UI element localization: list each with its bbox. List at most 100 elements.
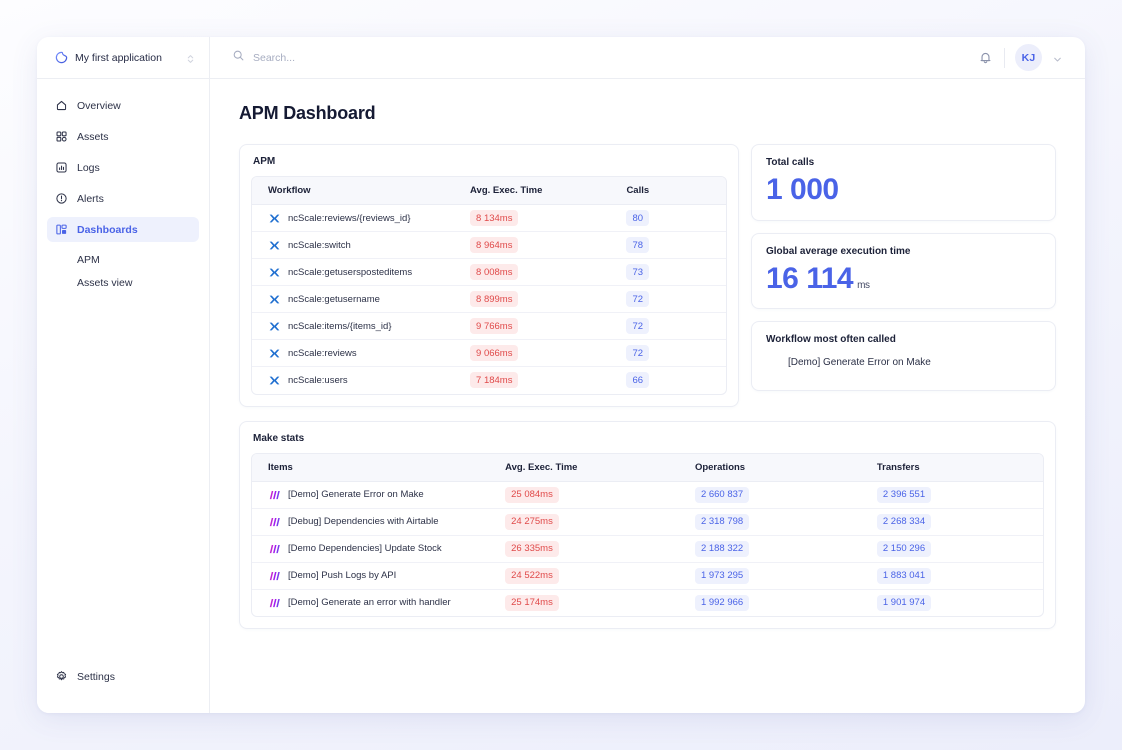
exec-time-badge: 9 766ms [470,318,519,334]
cell-avg-exec-time: 24 522ms [505,562,695,590]
table-row[interactable]: ncScale:users 7 184ms 66 [252,367,726,394]
ncscale-x-icon [268,239,281,252]
column-header-transfers[interactable]: Transfers [876,453,1043,482]
cell-calls: 72 [626,312,726,340]
cell-workflow: ncScale:reviews/{reviews_id} [252,204,471,232]
topbar-actions: KJ [977,44,1063,71]
app-switcher[interactable]: My first application [37,37,209,79]
calls-badge: 72 [626,345,650,361]
table-row[interactable]: ncScale:reviews/{reviews_id} 8 134ms 80 [252,204,726,232]
cell-calls: 80 [626,204,726,232]
item-label: [Demo] Generate an error with handler [288,597,451,609]
cell-operations: 1 992 966 [694,589,877,616]
item-label: [Demo Dependencies] Update Stock [288,543,442,554]
sidebar-item-logs[interactable]: Logs [47,155,199,180]
sidebar-item-label: Alerts [77,192,104,205]
ncscale-x-icon [268,212,281,225]
exec-time-badge: 7 184ms [470,372,519,389]
operations-badge: 2 188 322 [694,540,750,557]
apm-card: APM Workflow Avg. Exec. Time Calls ncSca… [239,144,739,407]
ncscale-x-icon [268,347,281,360]
workflow-label: ncScale:getusersposteditems [288,266,413,278]
cell-item: [Debug] Dependencies with Airtable [252,508,506,536]
make-logo-icon [268,570,281,582]
bell-icon[interactable] [977,49,994,66]
stat-card-most-called-workflow: Workflow most often called [Demo] Genera… [751,321,1056,391]
cell-avg-exec-time: 25 174ms [505,589,695,616]
sidebar-item-assets[interactable]: Assets [47,124,199,149]
sidebar-item-dashboards[interactable]: Dashboards [47,217,199,242]
exec-time-badge: 9 066ms [470,345,519,361]
make-table-body: [Demo] Generate Error on Make 25 084ms 2 6… [252,481,1043,616]
sidebar-subitem-assets-view[interactable]: Assets view [77,271,199,294]
main-area: KJ APM Dashboard APM [210,37,1085,713]
search-container[interactable] [232,49,977,67]
column-header-avg-exec-time[interactable]: Avg. Exec. Time [505,453,695,482]
transfers-badge: 2 268 334 [876,513,932,530]
sidebar-subitem-apm[interactable]: APM [77,248,199,271]
make-table-head: Items Avg. Exec. Time Operations Transfe… [252,453,1043,482]
make-table-wrapper: Items Avg. Exec. Time Operations Transfe… [251,452,1044,617]
stat-number: 16 114 [766,261,854,295]
chevron-down-icon[interactable] [1052,52,1063,63]
home-icon [55,99,68,112]
calls-badge: 72 [626,291,650,307]
cell-workflow: ncScale:reviews [252,339,471,367]
make-logo-icon [268,516,281,528]
operations-badge: 1 992 966 [694,594,750,611]
make-logo-icon [268,543,281,555]
column-header-avg-exec-time[interactable]: Avg. Exec. Time [470,177,627,205]
column-header-calls[interactable]: Calls [626,177,726,205]
stat-card-total-calls: Total calls 1 000 [751,144,1056,221]
make-table: Items Avg. Exec. Time Operations Transfe… [252,453,1043,617]
cell-avg-exec-time: 7 184ms [470,367,626,394]
bar-chart-box-icon [55,161,68,174]
transfers-badge: 1 883 041 [876,567,932,584]
table-row[interactable]: ncScale:reviews 9 066ms 72 [252,339,726,367]
apm-table-head: Workflow Avg. Exec. Time Calls [252,177,726,205]
sidebar-item-overview[interactable]: Overview [47,93,199,118]
cell-workflow: ncScale:switch [252,231,471,259]
ncscale-x-icon [268,374,281,387]
ncscale-swirl-logo-icon [55,51,68,64]
cell-workflow: ncScale:users [252,367,470,394]
sidebar-item-label: Logs [77,161,100,174]
table-row[interactable]: [Demo Dependencies] Update Stock 26 335ms… [252,535,1043,563]
table-row[interactable]: ncScale:switch 8 964ms 78 [252,231,726,259]
gear-icon [55,670,68,683]
dashboard-icon [55,223,68,236]
column-header-operations[interactable]: Operations [694,453,877,482]
top-row: APM Workflow Avg. Exec. Time Calls ncSca… [239,144,1056,407]
table-row[interactable]: [Demo] Generate an error with handler 25 … [252,589,1043,616]
operations-badge: 2 318 798 [694,513,750,530]
table-row[interactable]: [Debug] Dependencies with Airtable 24 275… [252,508,1043,536]
operations-badge: 1 973 295 [694,567,750,584]
search-input[interactable] [253,51,513,64]
table-row[interactable]: [Demo] Generate Error on Make 25 084ms 2 6… [252,481,1043,509]
table-row[interactable]: ncScale:getusername 8 899ms 72 [252,285,726,313]
sidebar-item-settings[interactable]: Settings [47,664,199,689]
table-row[interactable]: [Demo] Push Logs by API 24 522ms 1 973 295… [252,562,1043,590]
cell-avg-exec-time: 26 335ms [505,535,695,563]
column-header-items[interactable]: Items [252,453,506,482]
sidebar-item-alerts[interactable]: Alerts [47,186,199,211]
table-row[interactable]: ncScale:getusersposteditems 8 008ms 73 [252,258,726,286]
stat-label: Global average execution time [766,245,911,257]
avatar[interactable]: KJ [1015,44,1042,71]
cell-workflow: ncScale:getusersposteditems [252,258,471,286]
stat-unit: ms [857,279,870,291]
sidebar-item-label: Overview [77,99,121,112]
item-label: [Demo] Push Logs by API [288,570,397,581]
exec-time-badge: 8 134ms [470,210,519,226]
application-window: My first application Overview Assets Log… [37,37,1085,713]
column-header-workflow[interactable]: Workflow [252,177,471,205]
transfers-badge: 2 150 296 [876,540,932,557]
cell-calls: 72 [626,285,726,313]
stat-value: 16 114 ms [766,261,1041,295]
workflow-label: ncScale:items/{items_id} [288,320,392,332]
topbar-divider [1004,47,1005,68]
exec-time-badge: 8 964ms [470,237,519,253]
cell-transfers: 1 901 974 [876,589,1043,616]
workflow-label: ncScale:reviews/{reviews_id} [288,212,411,224]
table-row[interactable]: ncScale:items/{items_id} 9 766ms 72 [252,312,726,340]
